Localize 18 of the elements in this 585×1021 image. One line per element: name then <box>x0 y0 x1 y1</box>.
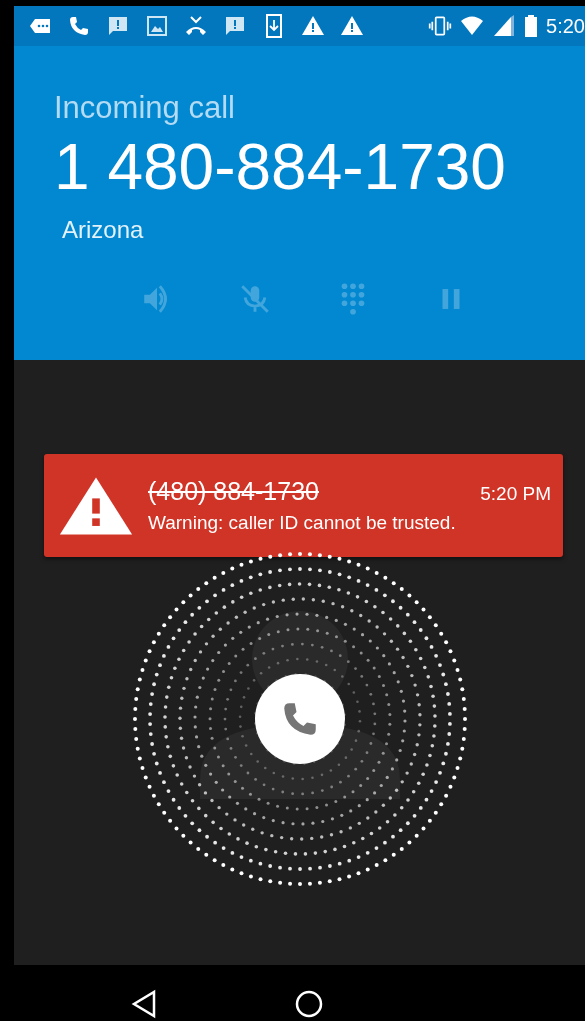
warning-time: 5:20 PM <box>480 483 551 505</box>
call-status: Incoming call <box>54 90 236 126</box>
vibrate-icon <box>428 14 453 38</box>
missed-call-icon <box>184 14 208 38</box>
warning-icon <box>301 14 325 38</box>
battery-icon <box>524 14 539 38</box>
signal-icon <box>492 14 517 38</box>
image-icon <box>145 14 169 38</box>
warning-icon <box>340 14 364 38</box>
alert-message-icon <box>106 14 130 38</box>
alert-message-icon <box>223 14 247 38</box>
warning-message: Warning: caller ID cannot be trusted. <box>148 512 457 534</box>
status-time: 5:20 <box>546 14 585 38</box>
caller-number: (480) 884-1730 <box>148 477 319 506</box>
caller-number: 1 480-884-1730 <box>54 132 507 203</box>
phone-icon <box>67 14 91 38</box>
home-button[interactable] <box>294 989 324 1019</box>
caller-location: Arizona <box>62 216 145 245</box>
